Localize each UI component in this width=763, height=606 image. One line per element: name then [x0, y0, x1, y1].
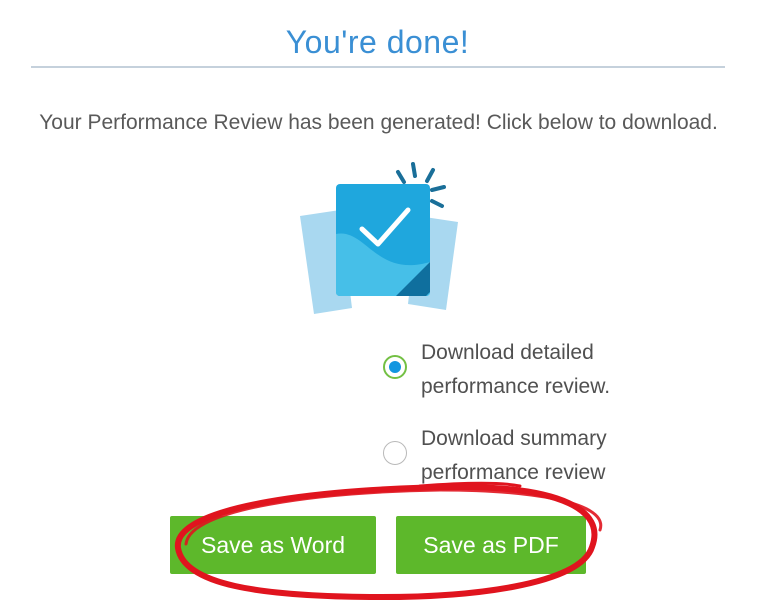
save-as-word-button[interactable]: Save as Word	[170, 516, 376, 574]
detailed-label: Download detailed performance review.	[421, 336, 751, 404]
summary-label-line2: performance review	[421, 461, 606, 484]
radio-selected-dot	[389, 361, 401, 373]
detailed-label-line1: Download detailed	[421, 341, 594, 364]
generated-message: Your Performance Review has been generat…	[39, 111, 718, 134]
summary-label: Download summary performance review	[421, 422, 751, 490]
detailed-radio[interactable]	[383, 355, 407, 379]
document-check-icon	[300, 162, 458, 314]
page-title: You're done!	[285, 24, 470, 60]
download-detailed-option[interactable]: Download detailed performance review.	[380, 336, 760, 408]
detailed-label-line2: performance review.	[421, 375, 611, 398]
download-summary-option[interactable]: Download summary performance review	[380, 422, 760, 494]
save-as-pdf-button[interactable]: Save as PDF	[396, 516, 586, 574]
summary-radio[interactable]	[383, 441, 407, 465]
summary-label-line1: Download summary	[421, 427, 607, 450]
done-page: You're done! Your Performance Review has…	[0, 0, 763, 606]
title-divider	[31, 66, 725, 68]
